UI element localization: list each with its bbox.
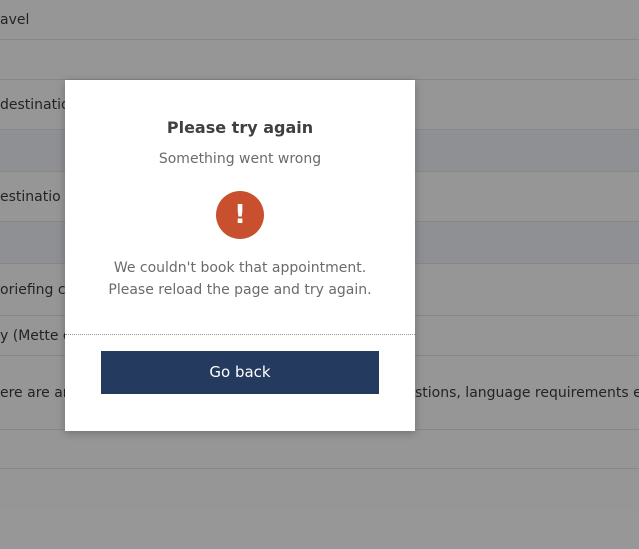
error-message-line-1: We couldn't book that appointment. — [113, 260, 367, 276]
error-dialog: Please try again Something went wrong ! … — [65, 80, 415, 431]
dialog-divider — [65, 334, 415, 335]
dialog-title: Please try again — [166, 118, 314, 137]
exclamation-icon: ! — [216, 191, 264, 239]
dialog-subtitle: Something went wrong — [158, 151, 322, 167]
error-message-line-2: Please reload the page and try again. — [108, 282, 372, 298]
go-back-button[interactable]: Go back — [101, 351, 379, 394]
page: avel destinatio estinatio oriefing co y … — [0, 0, 639, 549]
